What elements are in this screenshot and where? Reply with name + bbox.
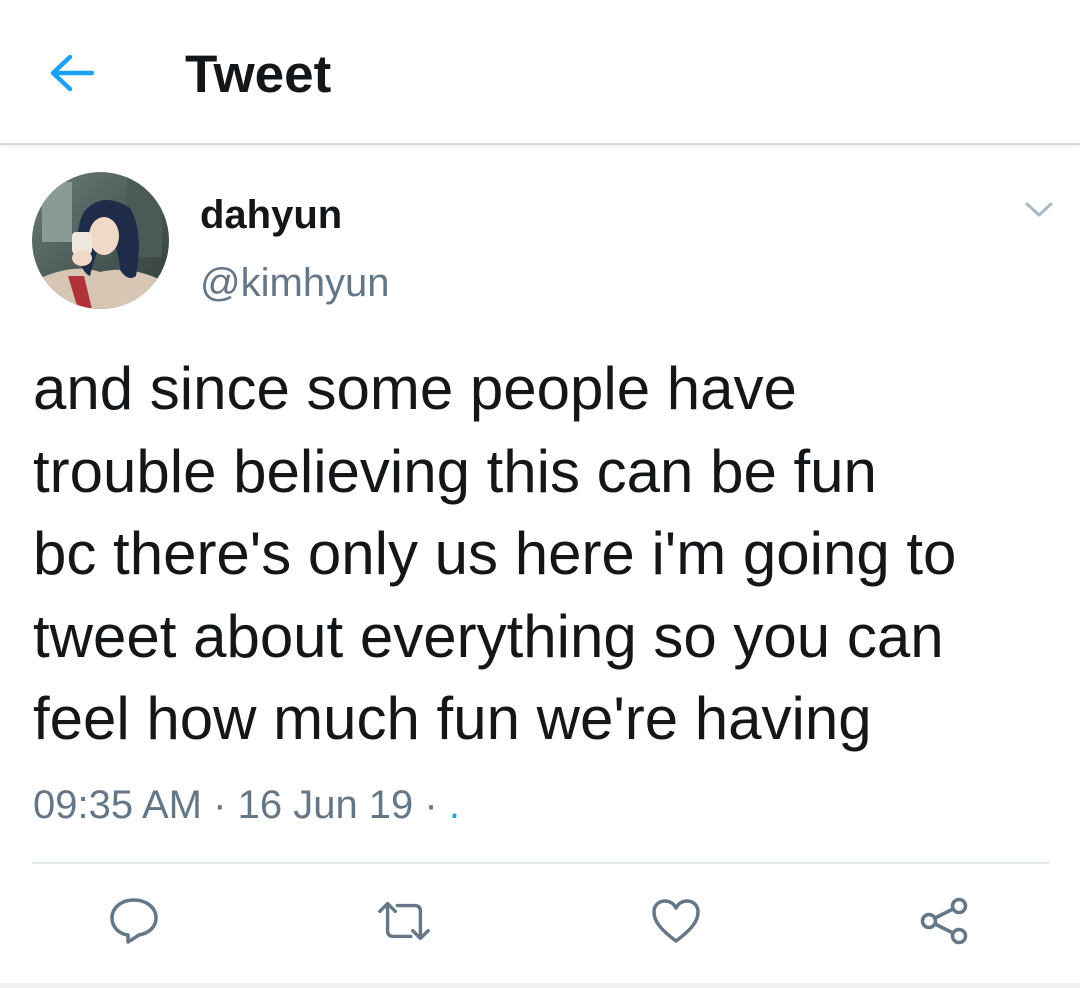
like-button[interactable] [648, 893, 704, 949]
reply-icon [110, 898, 158, 944]
tweet-time: 09:35 AM [33, 783, 203, 827]
separator-dot: · [424, 783, 438, 827]
back-button[interactable] [42, 44, 100, 102]
page-title: Tweet [185, 45, 332, 104]
user-handle[interactable]: @kimhyun [200, 258, 390, 308]
divider [32, 862, 1049, 864]
retweet-icon [378, 901, 430, 941]
tweet-text-line: trouble believing this can be fun [33, 437, 877, 505]
tweet-options-button[interactable] [1018, 194, 1060, 226]
top-bar: Tweet [0, 0, 1080, 145]
avatar-photo [32, 172, 169, 309]
tweet-text-line: feel how much fun we're having [33, 685, 872, 752]
separator-dot: · [213, 783, 227, 827]
avatar[interactable] [32, 172, 169, 309]
source-link[interactable]: . [449, 783, 460, 827]
share-icon [920, 897, 968, 945]
tweet-timestamp: 09:35 AM · 16 Jun 19 · . [33, 780, 460, 830]
bottom-edge [0, 983, 1080, 988]
like-icon [652, 899, 700, 943]
chevron-down-icon [1025, 202, 1053, 217]
arrow-left-icon [50, 54, 94, 92]
tweet-text-line: and since some people have [33, 355, 797, 422]
tweet-text-line: tweet about everything so you can [33, 602, 944, 670]
retweet-button[interactable] [376, 893, 432, 949]
tweet-text-line: bc there's only us here i'm going to [33, 520, 957, 587]
display-name[interactable]: dahyun [200, 190, 342, 240]
share-button[interactable] [916, 893, 972, 949]
tweet-text: and since some people have trouble belie… [33, 348, 1053, 761]
reply-button[interactable] [106, 893, 162, 949]
tweet-date: 16 Jun 19 [237, 783, 414, 827]
